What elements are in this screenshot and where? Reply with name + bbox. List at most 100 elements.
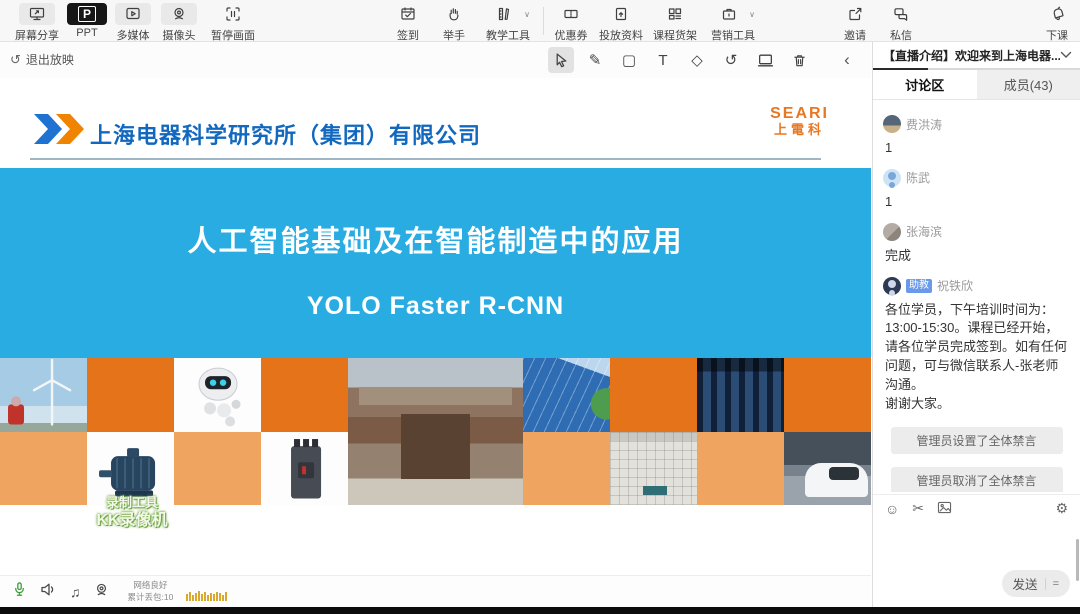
avatar bbox=[883, 169, 901, 187]
photo-electric-motor bbox=[87, 432, 174, 506]
message-text: 1 bbox=[885, 139, 1070, 158]
photo-institute-building bbox=[348, 358, 522, 505]
chevron-down-icon[interactable] bbox=[1060, 48, 1072, 62]
sign-in-icon bbox=[390, 3, 426, 25]
screenshot-scissors-icon[interactable]: ✂ bbox=[912, 500, 924, 517]
chat-message: 费洪涛 1 bbox=[883, 115, 1070, 158]
screen-share-label: 屏幕分享 bbox=[15, 27, 59, 43]
raise-hand-icon bbox=[436, 3, 472, 25]
send-row: 发送 = bbox=[1002, 570, 1070, 597]
building-beam bbox=[359, 387, 512, 405]
marketing-tools-label: 营销工具 bbox=[711, 27, 755, 43]
chat-settings-gear-icon[interactable]: ⚙ bbox=[1055, 500, 1068, 517]
slide-header-chevrons-icon bbox=[34, 114, 90, 149]
exit-projection-button[interactable]: ↺ 退出放映 bbox=[10, 51, 74, 68]
tab-discussion[interactable]: 讨论区 bbox=[873, 70, 977, 99]
screen-share-icon bbox=[19, 3, 55, 25]
pause-screen-button[interactable]: 暂停画面 bbox=[202, 0, 264, 43]
system-message: 管理员设置了全体禁言 bbox=[891, 427, 1063, 454]
invite-button[interactable]: 邀请 bbox=[832, 0, 878, 43]
sender-name: 费洪涛 bbox=[906, 116, 942, 133]
ppt-icon: P bbox=[67, 3, 107, 25]
orange-tile bbox=[261, 358, 348, 432]
assistant-badge: 助教 bbox=[906, 279, 932, 293]
text-tool-button[interactable]: T bbox=[650, 47, 676, 73]
recorder-watermark-line2: KK录像机 bbox=[52, 511, 212, 531]
clear-all-trash-button[interactable] bbox=[786, 47, 812, 73]
raise-hand-button[interactable]: 举手 bbox=[431, 0, 477, 43]
sidebar-tabs: 讨论区 成员(43) bbox=[873, 70, 1080, 100]
teaching-tools-dropdown-icon[interactable]: ∨ bbox=[524, 10, 530, 19]
camera-button[interactable]: 摄像头 bbox=[156, 0, 202, 43]
chamber-table bbox=[643, 486, 667, 495]
send-button[interactable]: 发送 = bbox=[1002, 570, 1070, 597]
tab-members[interactable]: 成员(43) bbox=[977, 70, 1080, 99]
marketing-tools-icon bbox=[711, 3, 747, 25]
app-window: 屏幕分享 P PPT 多媒体 摄像头 bbox=[0, 0, 1080, 614]
speaker-icon[interactable] bbox=[40, 582, 57, 602]
invite-icon bbox=[837, 3, 873, 25]
course-shelf-icon bbox=[657, 3, 693, 25]
teaching-tools-icon bbox=[486, 3, 522, 25]
private-message-button[interactable]: 私信 bbox=[878, 0, 924, 43]
coupon-button[interactable]: 优惠券 bbox=[548, 0, 594, 43]
message-text: 完成 bbox=[885, 247, 1070, 266]
annotation-toolbar: ✎ ▢ T ◇ ↺ ‹ › bbox=[548, 47, 894, 73]
rectangle-tool-button[interactable]: ▢ bbox=[616, 47, 642, 73]
sign-in-button[interactable]: 签到 bbox=[385, 0, 431, 43]
distribute-materials-button[interactable]: 投放资料 bbox=[594, 0, 648, 43]
packet-loss-text: 累计丢包:10 bbox=[128, 592, 174, 603]
recorder-watermark-line1: 录制工具 bbox=[52, 495, 212, 511]
multimedia-icon bbox=[115, 3, 151, 25]
sidebar-header-rule bbox=[873, 68, 1080, 70]
music-icon[interactable]: ♫ bbox=[70, 584, 81, 600]
multimedia-button[interactable]: 多媒体 bbox=[110, 0, 156, 43]
sender-name: 张海滨 bbox=[906, 223, 942, 240]
toolbar-divider bbox=[543, 7, 544, 35]
private-message-label: 私信 bbox=[890, 27, 912, 43]
photo-wind-turbine bbox=[0, 358, 87, 432]
marketing-tools-dropdown-icon[interactable]: ∨ bbox=[749, 10, 755, 19]
media-status-bar: ♫ 网络良好 累计丢包:10 bbox=[0, 575, 871, 607]
chat-sidebar: 【直播介绍】欢迎来到上海电器... 讨论区 成员(43) 费洪涛 1 陈武 bbox=[872, 42, 1080, 607]
eraser-tool-button[interactable]: ◇ bbox=[684, 47, 710, 73]
previous-page-button[interactable]: ‹ bbox=[834, 47, 860, 73]
cursor-tool-button[interactable] bbox=[548, 47, 574, 73]
raise-hand-label: 举手 bbox=[443, 27, 465, 43]
orange-tile bbox=[87, 358, 174, 432]
distribute-materials-icon bbox=[603, 3, 639, 25]
exit-projection-label: 退出放映 bbox=[26, 51, 74, 68]
sign-in-label: 签到 bbox=[397, 27, 419, 43]
photo-anechoic-chamber bbox=[610, 432, 697, 506]
sidebar-scrollbar[interactable] bbox=[1076, 539, 1079, 581]
system-message: 管理员取消了全体禁言 bbox=[891, 467, 1063, 492]
course-shelf-button[interactable]: 课程货架 bbox=[648, 0, 702, 43]
image-icon[interactable] bbox=[937, 501, 952, 517]
screen-share-button[interactable]: 屏幕分享 bbox=[10, 0, 64, 43]
coupon-icon bbox=[553, 3, 589, 25]
chat-input-toolbar: ☺ ✂ ⚙ bbox=[873, 494, 1080, 522]
dismiss-class-button[interactable]: 下课 bbox=[1034, 0, 1080, 43]
network-status: 网络良好 累计丢包:10 bbox=[128, 580, 174, 603]
board-tool-button[interactable] bbox=[752, 47, 778, 73]
invite-label: 邀请 bbox=[844, 27, 866, 43]
pencil-tool-button[interactable]: ✎ bbox=[582, 47, 608, 73]
emoji-icon[interactable]: ☺ bbox=[885, 501, 899, 517]
photo-robot bbox=[174, 358, 261, 432]
ppt-button[interactable]: P PPT bbox=[64, 0, 110, 39]
orange-tile-light bbox=[174, 432, 261, 506]
camera-icon bbox=[161, 3, 197, 25]
network-quality-text: 网络良好 bbox=[128, 580, 174, 591]
chat-message-list[interactable]: 费洪涛 1 陈武 1 张海滨 完成 bbox=[873, 102, 1080, 492]
live-intro-header[interactable]: 【直播介绍】欢迎来到上海电器... bbox=[873, 42, 1080, 68]
microphone-icon[interactable] bbox=[12, 581, 27, 603]
orange-tile bbox=[610, 358, 697, 432]
undo-button[interactable]: ↺ bbox=[718, 47, 744, 73]
marketing-tools-button[interactable]: ∨ 营销工具 bbox=[702, 0, 764, 43]
send-options-icon[interactable]: = bbox=[1045, 578, 1059, 590]
avatar bbox=[883, 115, 901, 133]
teaching-tools-button[interactable]: ∨ 教学工具 bbox=[477, 0, 539, 43]
webcam-icon[interactable] bbox=[94, 582, 109, 602]
avatar bbox=[883, 223, 901, 241]
photo-collage bbox=[0, 358, 871, 505]
